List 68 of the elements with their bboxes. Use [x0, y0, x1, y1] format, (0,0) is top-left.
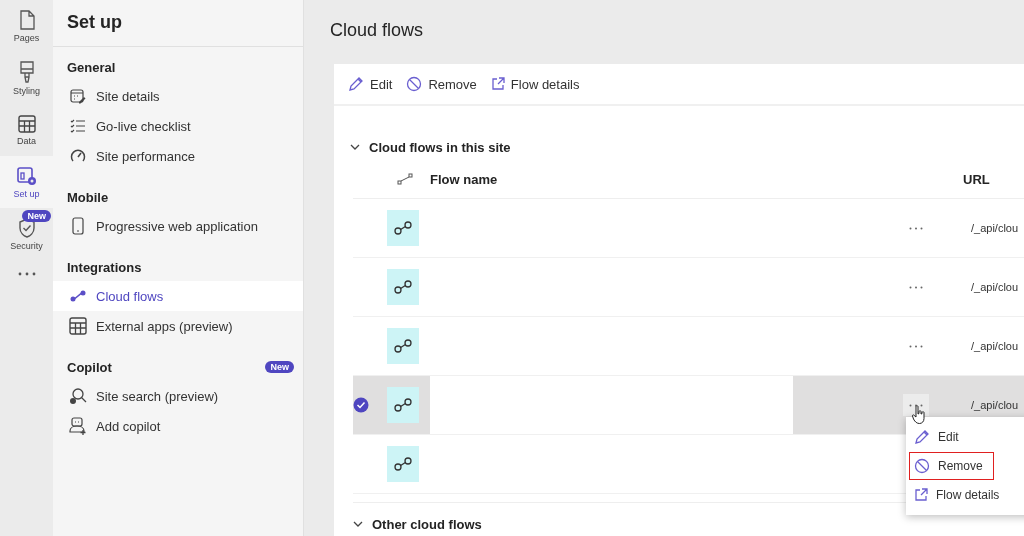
- nav-item[interactable]: Site search (preview): [53, 381, 303, 411]
- more-icon: [909, 403, 923, 407]
- flow-thumbnail-icon: [387, 210, 419, 246]
- shield-check-icon: [17, 217, 36, 238]
- menu-item[interactable]: Edit: [910, 424, 969, 450]
- new-badge: New: [265, 361, 294, 373]
- pencil-icon: [914, 429, 930, 445]
- chevron-down-icon[interactable]: [350, 144, 360, 150]
- section-heading: Copilot: [67, 359, 112, 375]
- url-cell-text: /_api/clou: [970, 281, 1019, 293]
- section-heading: General: [67, 59, 116, 75]
- new-badge: New: [22, 210, 51, 222]
- flow-thumbnail-icon: [387, 446, 419, 482]
- url-cell-text: /_api/clou: [970, 222, 1019, 234]
- brush-icon: [18, 60, 35, 83]
- url-cell-text: /_api/clou: [970, 340, 1019, 352]
- chevron-down-icon[interactable]: [353, 521, 363, 527]
- toolbar-button[interactable]: Edit: [348, 76, 393, 92]
- panel-title: Set up: [53, 0, 303, 47]
- robot-add-icon: [69, 417, 87, 435]
- pencil-icon: [348, 76, 364, 92]
- flow-thumbnail-icon: [387, 269, 419, 305]
- url-cell-text: /_api/clou: [970, 399, 1019, 411]
- prohibited-icon: [406, 76, 423, 92]
- page-icon: [18, 9, 35, 30]
- more-icon: [909, 226, 923, 230]
- flow-thumbnail-icon: [387, 387, 419, 423]
- section-heading: Mobile: [67, 189, 109, 205]
- more-icon: [909, 285, 923, 289]
- open-external-icon: [914, 488, 928, 502]
- rail-tab[interactable]: Pages: [0, 0, 53, 52]
- gauge-icon: [70, 148, 86, 164]
- nav-item[interactable]: External apps (preview): [53, 311, 303, 341]
- nav-item[interactable]: Progressive web application: [53, 211, 303, 241]
- more-icon: [909, 344, 923, 348]
- open-external-icon: [490, 77, 505, 91]
- rail-tab[interactable]: Set up: [0, 156, 53, 208]
- form-edit-icon: [70, 88, 86, 104]
- nav-item[interactable]: Cloud flows: [53, 281, 303, 311]
- search-gear-icon: [69, 387, 87, 405]
- flow-icon: [70, 290, 86, 302]
- setup-icon: [16, 165, 37, 186]
- rail-tab[interactable]: New Security: [0, 208, 53, 260]
- selected-check-icon[interactable]: [353, 397, 369, 413]
- menu-item[interactable]: Flow details: [910, 482, 1010, 508]
- grid-icon: [17, 114, 36, 133]
- group-heading[interactable]: Other cloud flows: [372, 516, 482, 532]
- group-heading[interactable]: Cloud flows in this site: [369, 139, 511, 155]
- nav-item[interactable]: Site details: [53, 81, 303, 111]
- phone-icon: [72, 217, 84, 235]
- toolbar-button[interactable]: Remove: [406, 76, 477, 92]
- checklist-icon: [70, 119, 86, 133]
- nav-item[interactable]: Site performance: [53, 141, 303, 171]
- menu-item[interactable]: Remove: [910, 453, 993, 479]
- section-heading: Integrations: [67, 259, 142, 275]
- nav-item[interactable]: Add copilot: [53, 411, 303, 441]
- column-header[interactable]: URL: [963, 171, 1024, 187]
- prohibited-icon: [914, 458, 930, 474]
- nav-item[interactable]: Go-live checklist: [53, 111, 303, 141]
- flow-thumbnail-icon: [387, 328, 419, 364]
- grid-icon: [69, 317, 87, 335]
- column-header[interactable]: Flow name: [430, 171, 793, 187]
- rail-tab[interactable]: Styling: [0, 52, 53, 104]
- page-title: Cloud flows: [330, 19, 425, 42]
- more-icon[interactable]: [17, 272, 36, 276]
- rail-tab[interactable]: Data: [0, 104, 53, 156]
- flow-icon: [397, 173, 413, 185]
- toolbar-button[interactable]: Flow details: [490, 76, 580, 92]
